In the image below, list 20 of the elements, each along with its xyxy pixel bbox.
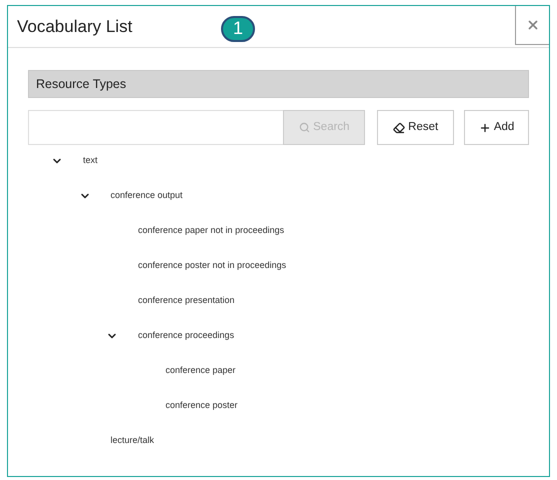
section-header: Resource Types <box>28 70 529 98</box>
plus-icon <box>478 122 491 134</box>
tree-item[interactable]: lecture/talk <box>110 434 154 448</box>
add-button[interactable]: Add <box>464 110 529 145</box>
tree-item[interactable]: conference poster not in proceedings <box>138 258 286 272</box>
search-field[interactable] <box>28 110 284 145</box>
search-icon <box>299 122 310 133</box>
tree-item[interactable]: conference paper not in proceedings <box>138 224 284 238</box>
close-icon <box>526 18 540 32</box>
close-button[interactable] <box>515 6 549 45</box>
tree-item[interactable]: conference poster <box>166 398 238 412</box>
reset-button[interactable]: Reset <box>377 110 454 145</box>
tree-item[interactable]: conference paper <box>166 364 236 378</box>
tree-item[interactable]: conference presentation <box>138 294 235 308</box>
tree-item[interactable]: conference output <box>110 188 183 202</box>
tree-item[interactable]: conference proceedings <box>138 328 234 342</box>
eraser-icon <box>393 122 406 134</box>
window-title: Vocabulary List <box>17 16 134 38</box>
step-badge: 1 <box>221 16 255 42</box>
tree-item[interactable]: text <box>83 154 98 168</box>
